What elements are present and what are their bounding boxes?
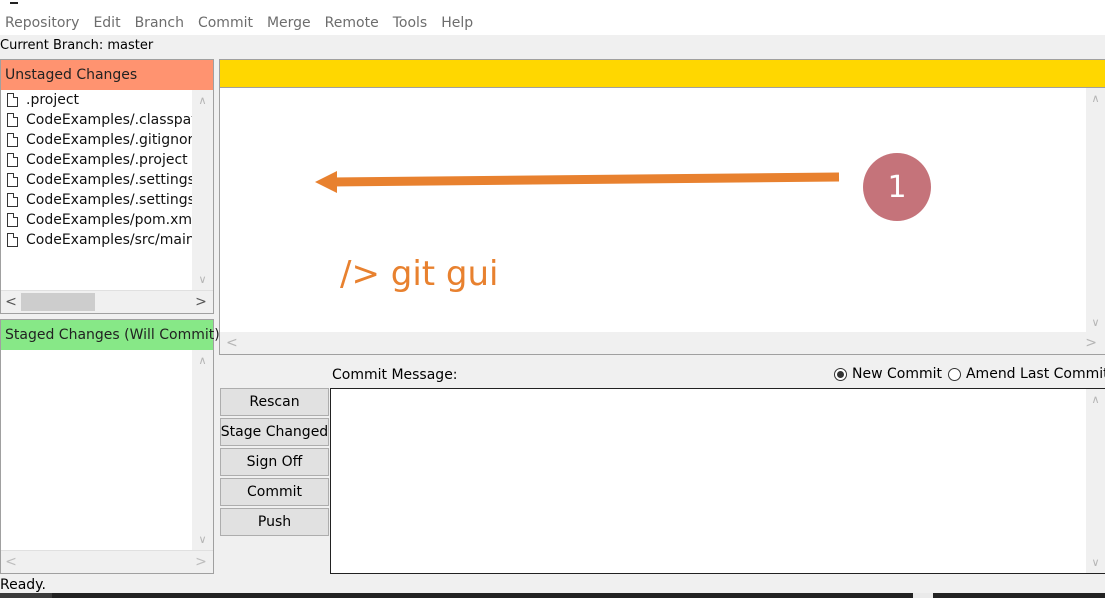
unstaged-changes-header: Unstaged Changes (1, 60, 213, 90)
taskbar-segment (0, 593, 52, 598)
file-name: CodeExamples/.settings/org.eclipse.jdt.c… (26, 192, 192, 208)
amend-last-commit-radio[interactable] (947, 367, 961, 381)
file-icon[interactable] (7, 173, 18, 187)
file-list-item[interactable]: CodeExamples/.settings/org.eclipse.core.… (1, 170, 192, 190)
unstaged-file-list: .project CodeExamples/.classpath CodeExamp… (1, 90, 192, 290)
annotation-overlay (315, 171, 840, 193)
file-icon[interactable] (7, 193, 18, 207)
window-icon (10, 0, 18, 4)
file-name: CodeExamples/src/main/ (26, 232, 192, 248)
staged-vertical-scrollbar[interactable]: ∧ ∨ (192, 350, 213, 550)
scroll-down-icon[interactable]: ∨ (192, 531, 213, 548)
menu-tools[interactable]: Tools (393, 15, 428, 31)
current-branch-label: Current Branch: master (0, 38, 154, 53)
file-icon[interactable] (7, 133, 18, 147)
unstaged-changes-panel: Unstaged Changes .project CodeExamples/.c… (0, 59, 214, 314)
file-icon[interactable] (7, 93, 18, 107)
scroll-up-icon[interactable]: ∧ (1086, 92, 1105, 105)
commit-button[interactable]: Commit (220, 478, 329, 506)
staged-horizontal-scrollbar[interactable]: < > (1, 550, 213, 573)
unstaged-vertical-scrollbar[interactable]: ∧ ∨ (192, 90, 213, 290)
scroll-down-icon[interactable]: ∨ (1086, 556, 1105, 569)
arrow-head (315, 171, 337, 193)
commit-message-label: Commit Message: (332, 367, 458, 383)
horizontal-scroll-thumb[interactable] (21, 293, 95, 311)
scroll-left-icon[interactable]: < (2, 291, 20, 313)
scroll-left-icon[interactable]: < (226, 335, 238, 351)
staged-changes-header: Staged Changes (Will Commit) (1, 320, 220, 350)
scroll-right-icon[interactable]: > (1085, 335, 1097, 351)
file-name: CodeExamples/pom.xml (26, 212, 192, 228)
staged-file-list (1, 350, 192, 550)
file-list-item[interactable]: CodeExamples/src/main/ (1, 230, 192, 250)
rescan-button[interactable]: Rescan (220, 388, 329, 416)
title-bar (0, 0, 1105, 10)
menu-branch[interactable]: Branch (135, 15, 184, 31)
git-gui-annotation: /> git gui (340, 254, 499, 294)
file-list-item[interactable]: CodeExamples/.project (1, 150, 192, 170)
amend-last-commit-label[interactable]: Amend Last Commit (966, 366, 1105, 382)
commit-message-scrollbar[interactable]: ∧ ∨ (1086, 389, 1105, 573)
unstaged-horizontal-scrollbar[interactable]: < > (1, 290, 213, 313)
file-list-item[interactable]: CodeExamples/.settings/org.eclipse.jdt.c… (1, 190, 192, 210)
scroll-right-icon[interactable]: > (192, 551, 210, 573)
scroll-down-icon[interactable]: ∨ (1086, 316, 1105, 329)
scroll-up-icon[interactable]: ∧ (1086, 393, 1105, 406)
scroll-up-icon[interactable]: ∧ (192, 92, 213, 109)
stage-changed-button[interactable]: Stage Changed (220, 418, 329, 446)
diff-view[interactable]: /> git gui 1 ∧ ∨ < > (219, 88, 1105, 355)
menu-help[interactable]: Help (441, 15, 473, 31)
file-list-item[interactable]: .project (1, 90, 192, 110)
diff-horizontal-scrollbar[interactable]: < > (220, 332, 1105, 354)
new-commit-label[interactable]: New Commit (852, 366, 942, 382)
commit-message-input[interactable]: ∧ ∨ (330, 388, 1105, 574)
file-icon[interactable] (7, 153, 18, 167)
file-name: .project (26, 92, 80, 108)
taskbar-edge (0, 593, 1105, 598)
staged-changes-panel: Staged Changes (Will Commit) ∧ ∨ < > (0, 319, 220, 574)
menu-edit[interactable]: Edit (93, 15, 120, 31)
scroll-up-icon[interactable]: ∧ (192, 352, 213, 369)
file-list-item[interactable]: CodeExamples/.gitignore (1, 130, 192, 150)
step-number-badge: 1 (863, 153, 931, 221)
diff-file-header (219, 59, 1105, 88)
file-icon[interactable] (7, 113, 18, 127)
file-list-item[interactable]: CodeExamples/.classpath (1, 110, 192, 130)
file-name: CodeExamples/.classpath (26, 112, 192, 128)
scroll-down-icon[interactable]: ∨ (192, 271, 213, 288)
push-button[interactable]: Push (220, 508, 329, 536)
menu-bar: Repository Edit Branch Commit Merge Remo… (0, 10, 1105, 35)
commit-type-options: New Commit Amend Last Commit (834, 366, 1105, 382)
taskbar-gap (913, 593, 933, 598)
new-commit-radio[interactable] (834, 367, 847, 381)
menu-commit[interactable]: Commit (198, 15, 253, 31)
menu-repository[interactable]: Repository (5, 15, 79, 31)
file-icon[interactable] (7, 213, 18, 227)
diff-vertical-scrollbar[interactable]: ∧ ∨ (1086, 88, 1105, 333)
file-name: CodeExamples/.settings/org.eclipse.core.… (26, 172, 192, 188)
file-icon[interactable] (7, 233, 18, 247)
scroll-right-icon[interactable]: > (192, 291, 210, 313)
arrow-left-icon (329, 172, 840, 187)
scroll-left-icon[interactable]: < (2, 551, 20, 573)
file-name: CodeExamples/.gitignore (26, 132, 192, 148)
file-list-item[interactable]: CodeExamples/pom.xml (1, 210, 192, 230)
file-name: CodeExamples/.project (26, 152, 188, 168)
menu-remote[interactable]: Remote (325, 15, 379, 31)
sign-off-button[interactable]: Sign Off (220, 448, 329, 476)
status-bar: Ready. (0, 577, 46, 593)
menu-merge[interactable]: Merge (267, 15, 311, 31)
